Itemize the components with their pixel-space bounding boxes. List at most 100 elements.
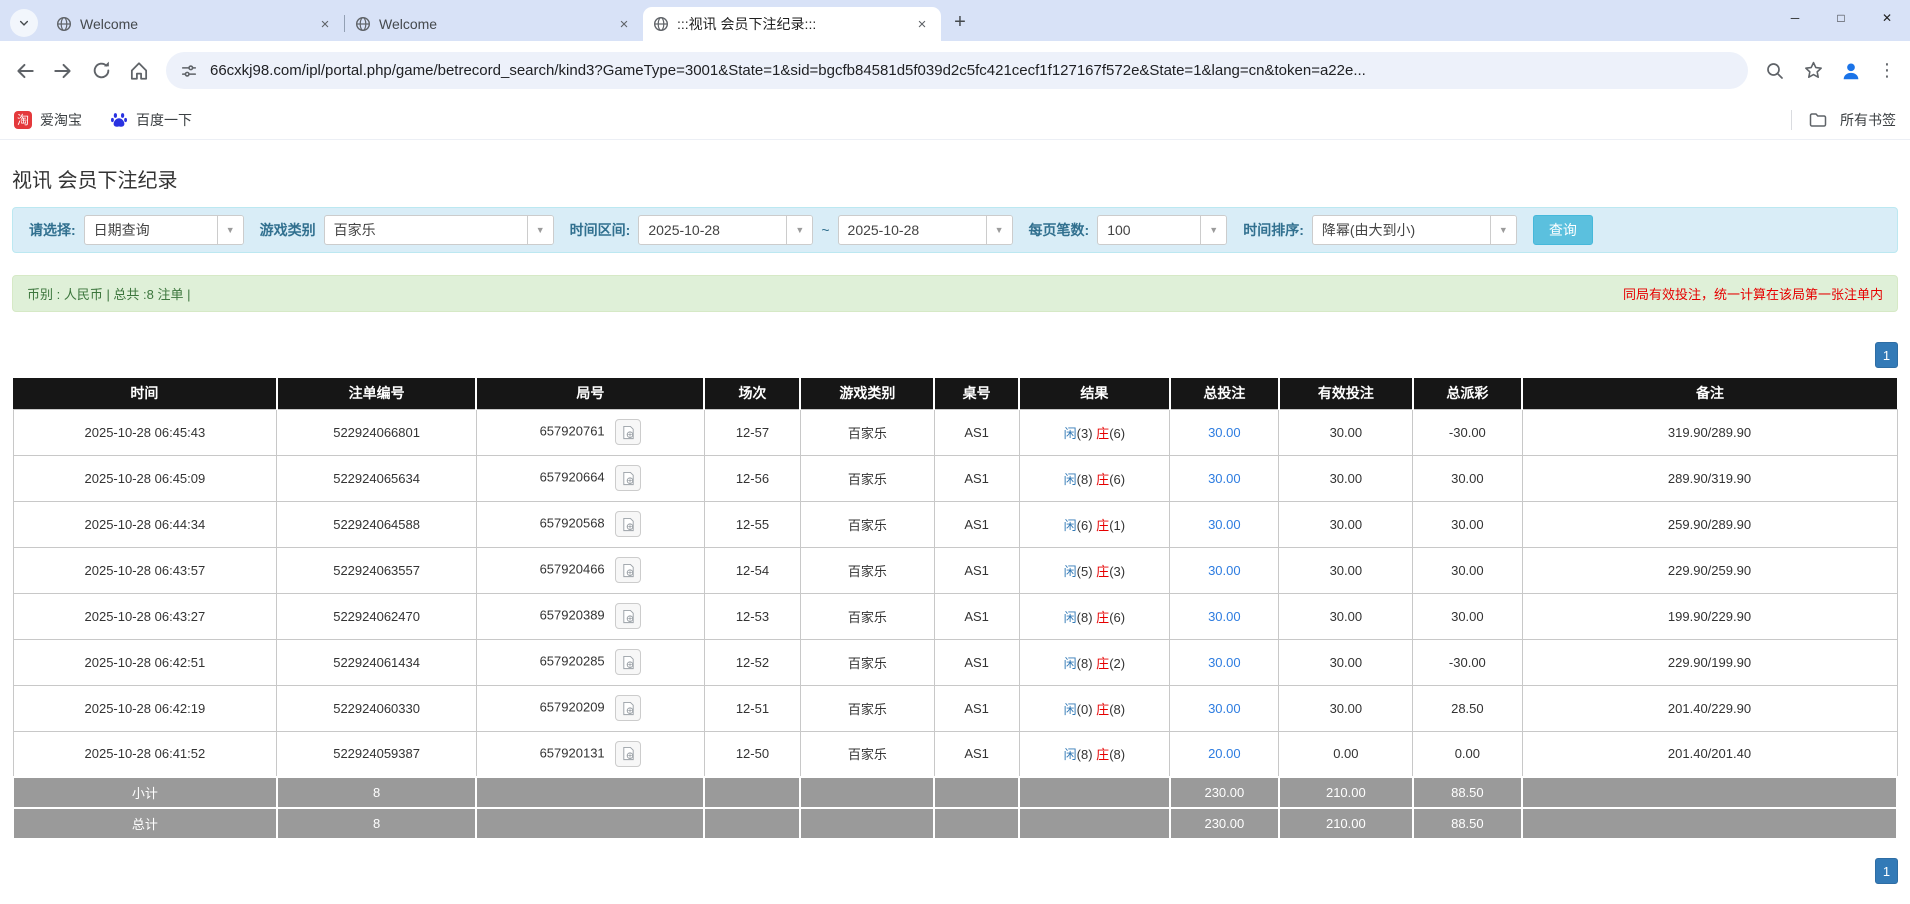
result-player-label: 闲 xyxy=(1063,425,1077,441)
browser-menu-icon[interactable]: ⋮ xyxy=(1878,60,1896,81)
col-game-type: 游戏类别 xyxy=(799,378,935,409)
date-to-select[interactable]: 2025-10-28 ▼ xyxy=(837,215,1013,245)
filter-panel: 请选择: 日期查询 ▼ 游戏类别 百家乐 ▼ 时间区间: 2025-10-28 … xyxy=(12,207,1898,253)
tab-search-button[interactable] xyxy=(10,9,38,37)
video-replay-button[interactable] xyxy=(615,603,642,629)
film-icon xyxy=(621,701,636,716)
bookmark-label: 百度一下 xyxy=(136,111,192,128)
tab-close-icon[interactable]: × xyxy=(316,15,334,33)
game-type: 百家乐 xyxy=(799,592,935,640)
site-info-icon[interactable] xyxy=(180,62,198,80)
new-tab-button[interactable]: + xyxy=(947,9,973,35)
table-row: 2025-10-28 06:43:27 522924062470 657920389… xyxy=(12,592,1898,640)
folder-icon xyxy=(1808,110,1828,130)
bet-time: 2025-10-28 06:41:52 xyxy=(12,730,278,778)
video-replay-button[interactable] xyxy=(615,465,642,491)
table-no: AS1 xyxy=(933,408,1020,456)
bet-id: 522924066801 xyxy=(276,408,477,456)
result-cell: 闲(8) 庄(2) xyxy=(1018,638,1171,686)
video-replay-button[interactable] xyxy=(615,419,642,445)
date-to-value: 2025-10-28 xyxy=(847,222,920,238)
round-cell: 657920285 xyxy=(475,638,705,686)
round-cell: 657920568 xyxy=(475,500,705,548)
result-player-count: (3) xyxy=(1076,425,1093,441)
bookmark-baidu[interactable]: 百度一下 xyxy=(110,110,192,130)
tab-welcome-2[interactable]: Welcome × xyxy=(345,7,643,41)
table-row: 2025-10-28 06:42:51 522924061434 657920285… xyxy=(12,638,1898,686)
valid-bet-notice: 同局有效投注，统一计算在该局第一张注单内 xyxy=(1622,287,1883,302)
bookmark-taobao[interactable]: 淘 爱淘宝 xyxy=(14,110,82,130)
chevron-down-icon: ▼ xyxy=(786,216,813,244)
page-size-select[interactable]: 100 ▼ xyxy=(1097,215,1228,245)
back-icon[interactable] xyxy=(14,60,36,82)
all-bookmarks[interactable]: 所有书签 xyxy=(1791,109,1896,130)
bookmark-star-icon[interactable] xyxy=(1802,60,1824,82)
date-from-select[interactable]: 2025-10-28 ▼ xyxy=(638,215,814,245)
remark: 201.40/201.40 xyxy=(1521,730,1898,778)
sort-order-select[interactable]: 降幂(由大到小) ▼ xyxy=(1311,215,1517,245)
total-bet-amount[interactable]: 30.00 xyxy=(1208,471,1241,486)
col-valid-bet: 有效投注 xyxy=(1277,378,1413,409)
select-type-label: 请选择: xyxy=(29,222,76,238)
total-bet-amount[interactable]: 30.00 xyxy=(1208,563,1241,578)
video-replay-button[interactable] xyxy=(615,695,642,721)
reload-icon[interactable] xyxy=(90,60,112,82)
page-button-1[interactable]: 1 xyxy=(1875,342,1898,368)
globe-icon xyxy=(56,16,72,32)
window-close-button[interactable]: ✕ xyxy=(1864,0,1910,36)
result-player-label: 闲 xyxy=(1063,471,1077,487)
tab-welcome-1[interactable]: Welcome × xyxy=(46,7,344,41)
tab-bet-records-active[interactable]: :::视讯 会员下注纪录::: × xyxy=(643,7,941,41)
col-remark: 备注 xyxy=(1521,378,1897,409)
date-separator: ~ xyxy=(821,222,830,238)
window-minimize-button[interactable]: ─ xyxy=(1772,0,1818,36)
result-banker-count: (8) xyxy=(1109,747,1126,763)
film-icon xyxy=(621,609,636,624)
home-icon[interactable] xyxy=(128,60,150,82)
session: 12-54 xyxy=(703,546,801,594)
browser-toolbar: 66cxkj98.com/ipl/portal.php/game/betreco… xyxy=(0,41,1910,100)
total-bet-amount[interactable]: 20.00 xyxy=(1208,746,1241,761)
zoom-icon[interactable] xyxy=(1764,60,1786,82)
total-bet-amount[interactable]: 30.00 xyxy=(1208,609,1241,624)
bet-time: 2025-10-28 06:42:51 xyxy=(12,638,278,686)
subtotal-label: 小计 xyxy=(12,776,278,809)
remark: 229.90/259.90 xyxy=(1521,546,1898,594)
table-no: AS1 xyxy=(933,638,1020,686)
video-replay-button[interactable] xyxy=(615,740,642,767)
bookmarks-bar: 淘 爱淘宝 百度一下 所有书签 xyxy=(0,100,1910,140)
result-banker-count: (8) xyxy=(1109,701,1126,717)
sort-order-value: 降幂(由大到小) xyxy=(1321,222,1416,238)
video-replay-button[interactable] xyxy=(615,649,642,675)
address-bar[interactable]: 66cxkj98.com/ipl/portal.php/game/betreco… xyxy=(166,52,1748,89)
round-number: 657920568 xyxy=(539,515,605,531)
result-banker-label: 庄 xyxy=(1096,425,1110,441)
tab-close-icon[interactable]: × xyxy=(913,15,931,33)
page-button-1[interactable]: 1 xyxy=(1875,858,1898,884)
window-maximize-button[interactable]: □ xyxy=(1818,0,1864,36)
total-label: 总计 xyxy=(12,807,278,840)
total-bet-amount[interactable]: 30.00 xyxy=(1208,701,1241,716)
query-type-select[interactable]: 日期查询 ▼ xyxy=(83,215,244,245)
subtotal-total-bet: 230.00 xyxy=(1168,776,1280,809)
payout: -30.00 xyxy=(1412,638,1523,686)
profile-avatar-icon[interactable] xyxy=(1840,60,1862,82)
video-replay-button[interactable] xyxy=(615,557,642,583)
payout: 30.00 xyxy=(1412,546,1523,594)
total-bet-amount[interactable]: 30.00 xyxy=(1208,425,1241,440)
bet-id: 522924059387 xyxy=(276,730,477,778)
table-row: 2025-10-28 06:42:19 522924060330 657920209… xyxy=(12,684,1898,732)
bet-time: 2025-10-28 06:43:57 xyxy=(12,546,278,594)
total-bet-amount[interactable]: 30.00 xyxy=(1208,655,1241,670)
total-bet-amount[interactable]: 30.00 xyxy=(1208,517,1241,532)
session: 12-56 xyxy=(703,454,801,502)
search-button[interactable]: 查询 xyxy=(1532,215,1593,245)
url-text[interactable]: 66cxkj98.com/ipl/portal.php/game/betreco… xyxy=(210,62,1366,79)
video-replay-button[interactable] xyxy=(615,511,642,537)
tab-close-icon[interactable]: × xyxy=(615,15,633,33)
bet-time: 2025-10-28 06:45:43 xyxy=(12,408,278,456)
result-player-label: 闲 xyxy=(1063,517,1077,533)
game-type-select[interactable]: 百家乐 ▼ xyxy=(323,215,554,245)
forward-icon[interactable] xyxy=(52,60,74,82)
total-bet-cell: 30.00 xyxy=(1169,684,1280,732)
